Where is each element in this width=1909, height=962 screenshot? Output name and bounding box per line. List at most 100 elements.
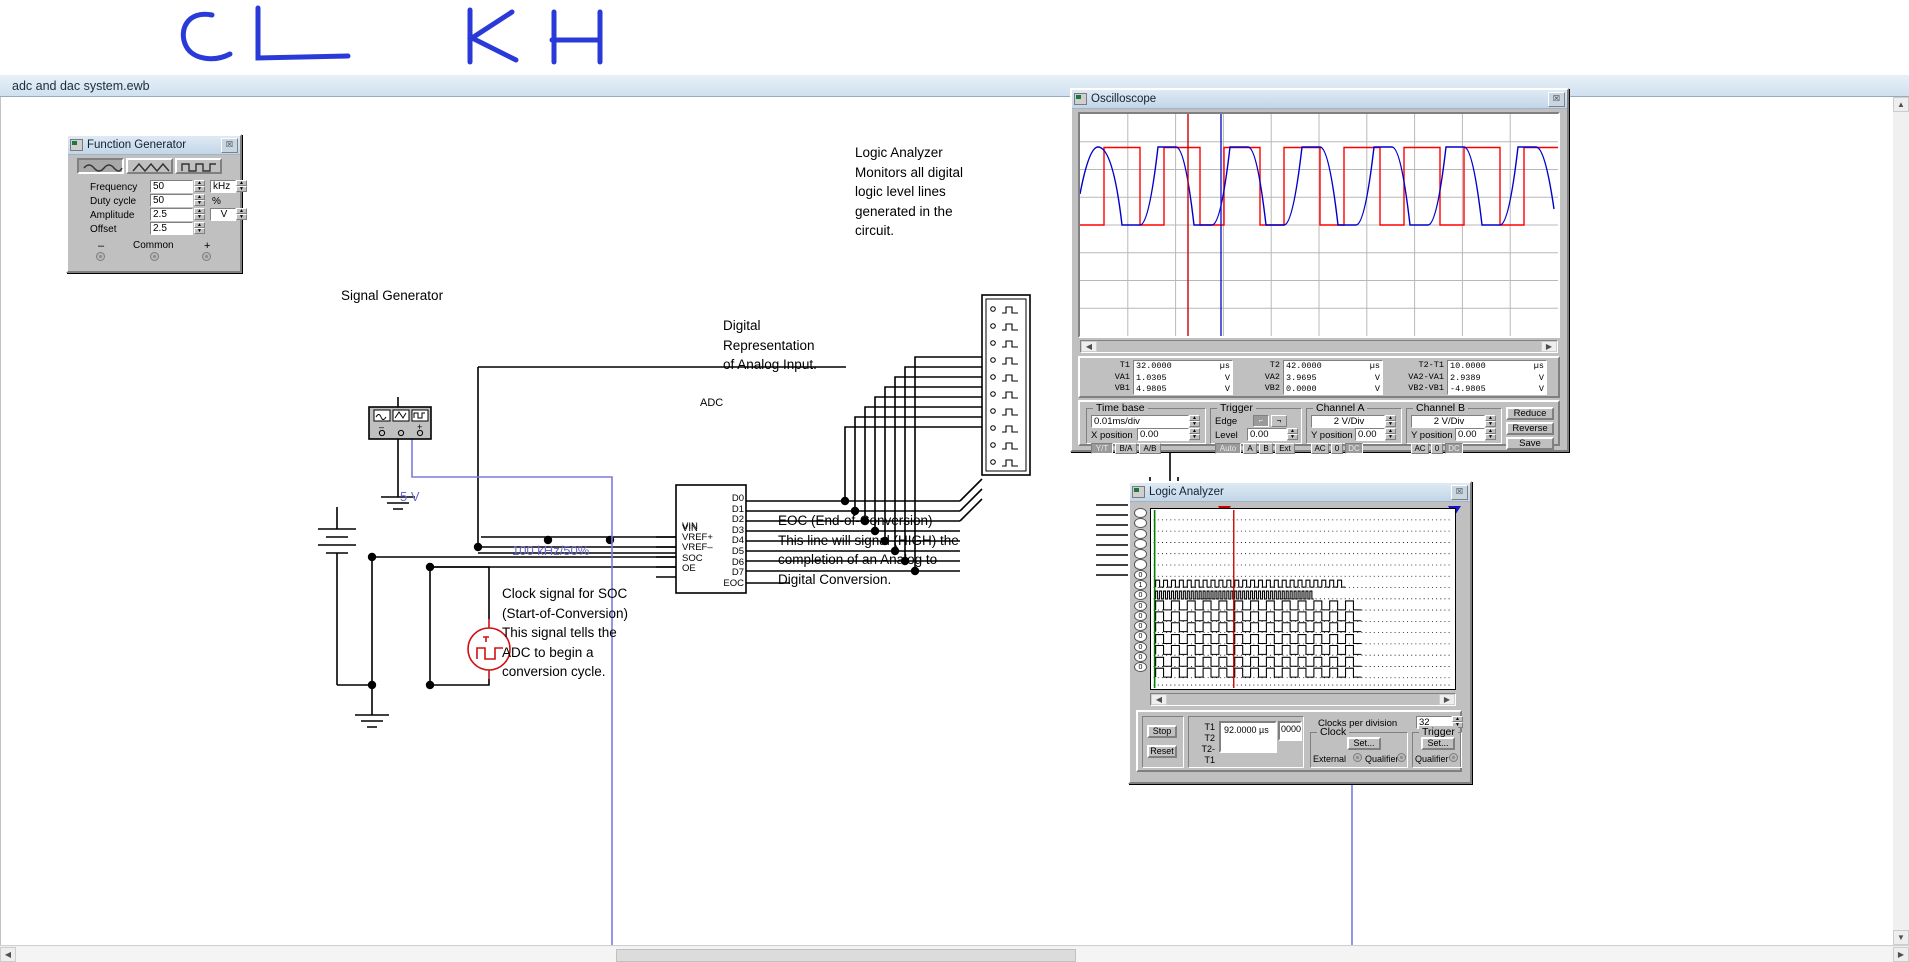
logic-analyzer-hscrollbar[interactable]: ◀ ▶ <box>1150 693 1456 706</box>
amplitude-stepper[interactable]: ▲ ▼ <box>194 208 205 221</box>
mode-ba-button[interactable]: B/A <box>1115 443 1137 454</box>
square-wave-button[interactable] <box>175 158 222 174</box>
la-channel-9[interactable]: 0 <box>1134 600 1147 611</box>
function-generator-window[interactable]: Function Generator ☒ Frequency 50 ▲ ▼ kHz… <box>66 134 247 273</box>
scroll-left-icon[interactable]: ◀ <box>1151 694 1167 705</box>
triangle-wave-button[interactable] <box>126 158 173 174</box>
la-channel-11[interactable]: 0 <box>1134 621 1147 632</box>
channel-a-ac-button[interactable]: AC <box>1311 443 1329 454</box>
oscilloscope-window[interactable]: Oscilloscope ☒ 1 2 ◀ ▶ <box>1070 88 1569 454</box>
oscilloscope-titlebar[interactable]: Oscilloscope ☒ <box>1072 90 1567 109</box>
trigger-set-button[interactable]: Set... <box>1421 737 1455 750</box>
frequency-unit-stepper[interactable]: ▲ ▼ <box>236 180 247 193</box>
la-channel-2[interactable] <box>1134 528 1147 539</box>
function-generator-titlebar[interactable]: Function Generator ☒ <box>68 136 240 155</box>
t2-unit: µs <box>1369 361 1380 371</box>
la-channel-5[interactable] <box>1134 559 1147 570</box>
trigger-qualifier-radio[interactable] <box>1449 753 1458 762</box>
logic-analyzer-display[interactable] <box>1150 508 1456 690</box>
channel-b-yposition-stepper[interactable]: ▲ ▼ <box>1485 428 1496 441</box>
xposition-stepper[interactable]: ▲ ▼ <box>1189 428 1200 441</box>
mode-ab-button[interactable]: A/B <box>1139 443 1161 454</box>
scroll-left-icon[interactable]: ◀ <box>0 946 16 962</box>
reduce-button[interactable]: Reduce <box>1506 407 1554 420</box>
la-channel-4[interactable] <box>1134 549 1147 560</box>
scroll-left-icon[interactable]: ◀ <box>1081 341 1097 352</box>
trigger-auto-button[interactable]: Auto <box>1215 443 1241 454</box>
timebase-scale-input[interactable]: 0.01ms/div <box>1091 415 1189 428</box>
channel-b-zero-button[interactable]: 0 <box>1431 443 1443 454</box>
workspace-hscrollbar[interactable]: ◀ ▶ <box>0 945 1909 962</box>
reverse-button[interactable]: Reverse <box>1506 422 1554 435</box>
oscilloscope-hscrollbar[interactable]: ◀ ▶ <box>1080 340 1558 353</box>
frequency-stepper[interactable]: ▲ ▼ <box>194 180 205 193</box>
scroll-right-icon[interactable]: ▶ <box>1439 694 1455 705</box>
plus-terminal[interactable] <box>202 252 211 261</box>
scroll-down-icon[interactable]: ▼ <box>1893 930 1909 945</box>
reset-button[interactable]: Reset <box>1147 745 1177 758</box>
waveform-selector[interactable] <box>77 158 225 174</box>
amplitude-input[interactable]: 2.5 <box>150 208 193 221</box>
minus-terminal[interactable] <box>96 252 105 261</box>
amplitude-unit[interactable]: V <box>210 208 236 221</box>
logic-analyzer-titlebar[interactable]: Logic Analyzer ☒ <box>1130 483 1470 502</box>
sine-wave-button[interactable] <box>77 158 124 174</box>
channel-a-zero-button[interactable]: 0 <box>1331 443 1343 454</box>
logic-analyzer-window[interactable]: Logic Analyzer ☒ 1 2 0 1 0 0 0 0 0 0 0 0 <box>1128 481 1472 784</box>
oscilloscope-display[interactable] <box>1080 114 1558 336</box>
scroll-up-icon[interactable]: ▲ <box>1893 97 1909 112</box>
offset-stepper[interactable]: ▲ ▼ <box>194 222 205 235</box>
channel-b-ac-button[interactable]: AC <box>1411 443 1429 454</box>
workspace-vscrollbar[interactable]: ▲ ▼ <box>1893 97 1909 945</box>
trigger-ext-button[interactable]: Ext <box>1275 443 1295 454</box>
la-channel-0[interactable] <box>1134 508 1147 519</box>
mode-yt-button[interactable]: Y/T <box>1091 443 1113 454</box>
offset-input[interactable]: 2.5 <box>150 222 193 235</box>
la-channel-12[interactable]: 0 <box>1134 631 1147 642</box>
trigger-a-button[interactable]: A <box>1243 443 1257 454</box>
xposition-input[interactable]: 0.00 <box>1137 428 1189 441</box>
la-channel-3[interactable] <box>1134 538 1147 550</box>
channel-a-dc-button[interactable]: DC <box>1345 443 1363 454</box>
external-radio[interactable] <box>1353 753 1362 762</box>
trigger-b-button[interactable]: B <box>1259 443 1273 454</box>
scroll-right-icon[interactable]: ▶ <box>1541 341 1557 352</box>
la-channel-8[interactable]: 0 <box>1134 590 1147 601</box>
la-channel-10[interactable]: 0 <box>1134 610 1147 621</box>
la-channel-1[interactable] <box>1134 518 1147 529</box>
clock-qualifier-radio[interactable] <box>1397 753 1406 762</box>
la-channel-6[interactable]: 0 <box>1134 569 1147 580</box>
frequency-input[interactable]: 50 <box>150 180 193 193</box>
falling-edge-icon[interactable]: ¬ <box>1271 415 1287 427</box>
channel-a-yposition-stepper[interactable]: ▲ ▼ <box>1385 428 1396 441</box>
channel-a-scale-stepper[interactable]: ▲ ▼ <box>1385 415 1396 428</box>
duty-cycle-input[interactable]: 50 <box>150 194 193 207</box>
timebase-stepper[interactable]: ▲ ▼ <box>1189 415 1200 428</box>
channel-b-scale-stepper[interactable]: ▲ ▼ <box>1485 415 1496 428</box>
hscroll-thumb[interactable] <box>616 948 1076 962</box>
scroll-right-icon[interactable]: ▶ <box>1893 946 1909 962</box>
channel-a-yposition-input[interactable]: 0.00 <box>1355 428 1385 441</box>
clock-set-button[interactable]: Set... <box>1347 737 1381 750</box>
channel-a-scale-input[interactable]: 2 V/Div <box>1311 415 1385 428</box>
la-channel-7[interactable]: 1 <box>1134 579 1147 591</box>
save-button[interactable]: Save <box>1506 437 1554 450</box>
duty-cycle-stepper[interactable]: ▲ ▼ <box>194 194 205 207</box>
la-channel-13[interactable]: 0 <box>1134 641 1147 652</box>
channel-b-dc-button[interactable]: DC <box>1445 443 1463 454</box>
la-channel-14[interactable]: 0 <box>1134 651 1147 663</box>
close-icon[interactable]: ☒ <box>1548 91 1565 107</box>
close-icon[interactable]: ☒ <box>1451 484 1468 500</box>
level-stepper[interactable]: ▲ ▼ <box>1287 428 1298 441</box>
channel-b-yposition-input[interactable]: 0.00 <box>1455 428 1485 441</box>
level-input[interactable]: 0.00 <box>1247 428 1287 441</box>
common-terminal[interactable] <box>150 252 159 261</box>
rising-edge-icon[interactable]: ⌐ <box>1253 415 1269 427</box>
frequency-unit[interactable]: kHz <box>210 180 236 193</box>
channel-b-scale-input[interactable]: 2 V/Div <box>1411 415 1485 428</box>
close-icon[interactable]: ☒ <box>221 137 238 153</box>
la-channel-15[interactable]: 0 <box>1134 662 1147 673</box>
logic-analyzer-channel-nodes[interactable]: 0 1 0 0 0 0 0 0 0 0 <box>1134 508 1150 690</box>
stop-button[interactable]: Stop <box>1147 725 1177 738</box>
amplitude-unit-stepper[interactable]: ▲ ▼ <box>236 208 247 221</box>
